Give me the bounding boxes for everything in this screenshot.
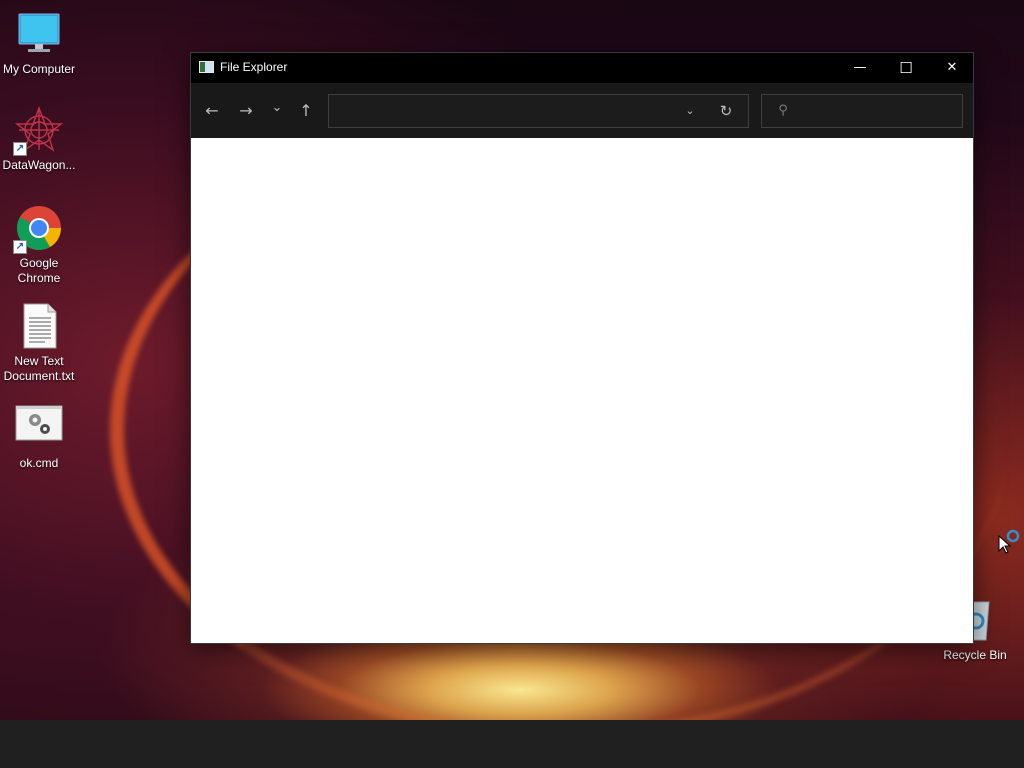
desktop-icon-label: ok.cmd xyxy=(19,456,59,470)
up-button[interactable]: ↑ xyxy=(294,100,318,122)
maximize-button[interactable]: ☐ xyxy=(883,53,929,83)
search-box[interactable]: ⚲ xyxy=(761,94,963,128)
address-bar[interactable]: ⌄ ↻ xyxy=(328,94,749,128)
desktop-icon-label: New Text Document.txt xyxy=(3,354,75,383)
close-button[interactable]: ✕ xyxy=(929,53,975,83)
back-button[interactable]: ← xyxy=(200,100,224,122)
search-icon: ⚲ xyxy=(778,103,788,118)
shortcut-arrow-icon: ↗ xyxy=(13,240,27,254)
busy-cursor-icon xyxy=(998,528,1022,556)
refresh-button[interactable]: ↻ xyxy=(715,100,737,122)
navigation-toolbar: ← → ⌄ ↑ ⌄ ↻ ⚲ xyxy=(191,83,973,138)
datawagon-icon: ↗ xyxy=(13,106,64,156)
chrome-icon: ↗ xyxy=(13,204,63,254)
shortcut-arrow-icon: ↗ xyxy=(13,142,27,156)
minimize-button[interactable]: — xyxy=(837,53,883,83)
cmd-script-icon xyxy=(15,404,63,452)
desktop-icon-google-chrome[interactable]: ↗ Google Chrome xyxy=(0,204,78,286)
file-explorer-window[interactable]: File Explorer — ☐ ✕ ← → ⌄ ↑ ⌄ ↻ ⚲ xyxy=(190,52,974,644)
recent-locations-button[interactable]: ⌄ xyxy=(265,97,289,119)
file-explorer-app-icon xyxy=(199,61,214,73)
monitor-icon xyxy=(15,10,63,58)
taskbar xyxy=(0,720,1024,768)
desktop-icon-my-computer[interactable]: My Computer xyxy=(0,10,78,77)
address-dropdown-button[interactable]: ⌄ xyxy=(680,101,700,121)
desktop-icon-ok-cmd[interactable]: ok.cmd xyxy=(0,404,78,471)
text-document-icon xyxy=(15,302,63,350)
desktop-icon-label: My Computer xyxy=(2,62,76,76)
forward-button[interactable]: → xyxy=(234,100,258,122)
desktop-icon-label: Google Chrome xyxy=(17,256,61,285)
desktop-icon-label: Recycle Bin xyxy=(943,648,1007,662)
title-bar[interactable]: File Explorer — ☐ ✕ xyxy=(191,53,973,83)
desktop-icon-new-text-document[interactable]: New Text Document.txt xyxy=(0,302,78,384)
desktop-icon-datawagon[interactable]: ↗ DataWagon... xyxy=(0,106,78,173)
file-list-pane[interactable] xyxy=(191,138,973,643)
window-title: File Explorer xyxy=(220,60,288,74)
desktop-icon-label: DataWagon... xyxy=(2,158,76,172)
